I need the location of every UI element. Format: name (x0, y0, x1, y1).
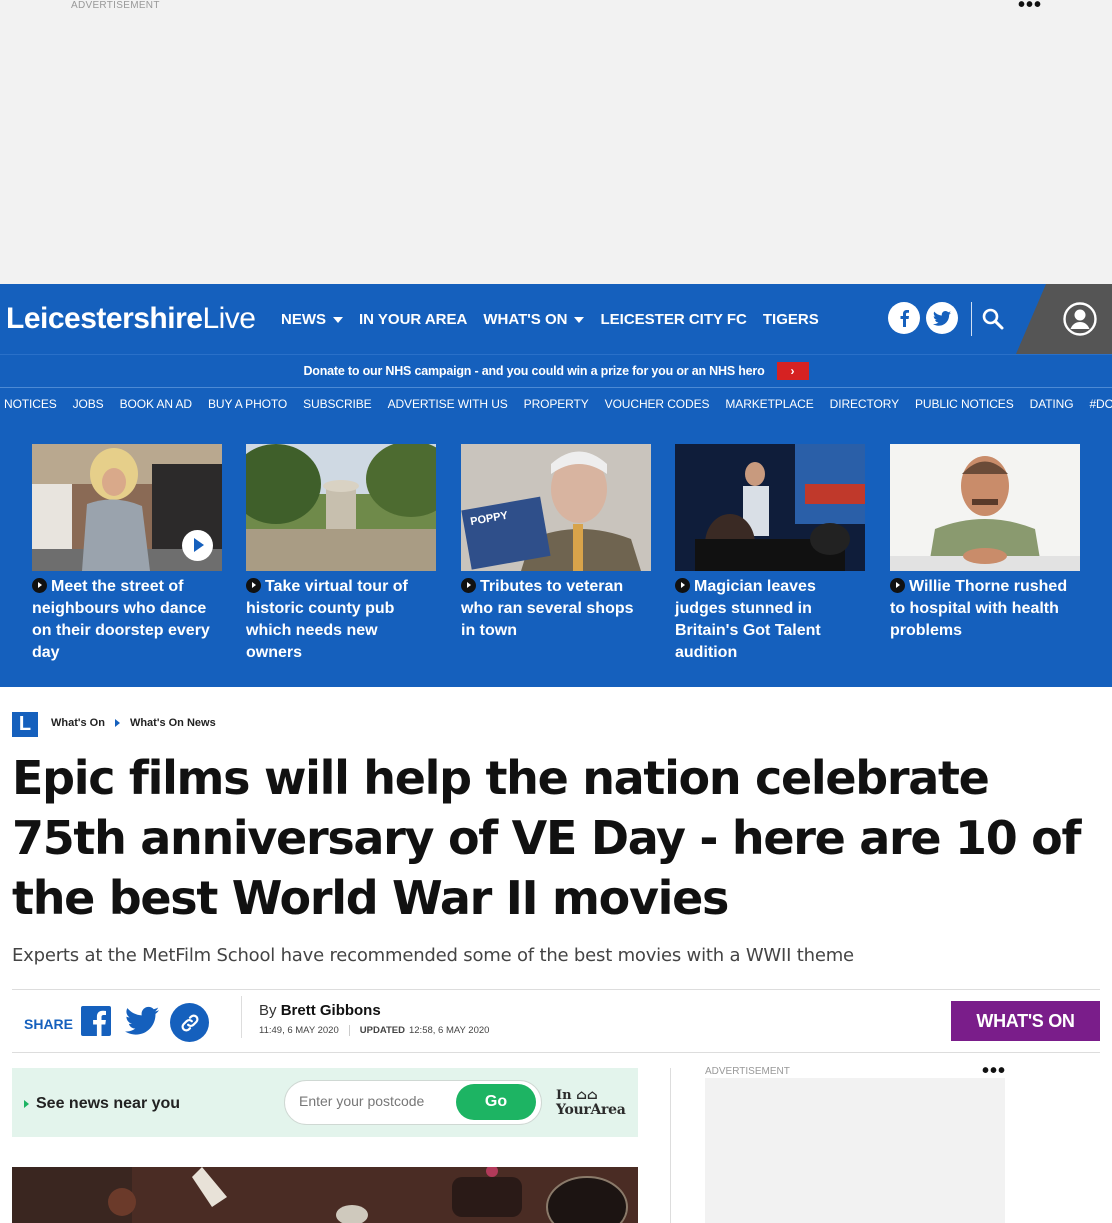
section-badge[interactable]: WHAT'S ON (951, 1001, 1100, 1041)
trending-strip: Meet the street of neighbours who dance … (0, 419, 1112, 687)
subnav-do1thing[interactable]: #DO1THING (1089, 397, 1112, 411)
twitter-icon[interactable] (926, 302, 958, 334)
chevron-right-icon (675, 578, 690, 593)
trending-card[interactable]: Willie Thorne rushed to hospital with he… (890, 444, 1080, 642)
subnav-book-an-ad[interactable]: BOOK AN AD (120, 397, 192, 411)
subnav-property[interactable]: PROPERTY (524, 397, 589, 411)
search-icon[interactable] (981, 307, 1005, 336)
ad-options-icon[interactable]: ••• (1018, 0, 1042, 17)
subnav-directory[interactable]: DIRECTORY (830, 397, 899, 411)
play-icon[interactable] (182, 530, 213, 561)
subnav-advertise[interactable]: ADVERTISE WITH US (388, 397, 508, 411)
chevron-right-icon (24, 1100, 29, 1108)
byline: By Brett Gibbons (259, 1002, 381, 1019)
card-thumbnail[interactable] (675, 444, 865, 571)
subnav-public-notices[interactable]: PUBLIC NOTICES (915, 397, 1014, 411)
ad-label: ADVERTISEMENT (705, 1066, 790, 1077)
nav-in-your-area[interactable]: IN YOUR AREA (359, 311, 467, 328)
chevron-down-icon (574, 316, 585, 323)
card-title[interactable]: Magician leaves judges stunned in Britai… (675, 578, 821, 661)
trending-card[interactable]: POPPY Tributes to veteran who ran severa… (461, 444, 651, 642)
subnav-voucher-codes[interactable]: VOUCHER CODES (605, 397, 710, 411)
subnav-jobs[interactable]: JOBS (73, 397, 104, 411)
article-headline: Epic films will help the nation celebrat… (12, 751, 1081, 925)
breadcrumb: What's On What's On News (51, 717, 216, 729)
author-link[interactable]: Brett Gibbons (281, 1002, 381, 1019)
article-standfirst: Experts at the MetFilm School have recom… (12, 945, 854, 966)
card-thumbnail[interactable] (246, 444, 436, 571)
account-icon[interactable] (1062, 301, 1098, 342)
article-timestamps: 11:49, 6 MAY 2020 UPDATED 12:58, 6 MAY 2… (259, 1025, 489, 1036)
card-thumbnail[interactable] (890, 444, 1080, 571)
facebook-share-icon[interactable] (81, 1006, 111, 1041)
go-button[interactable]: Go (456, 1084, 536, 1120)
brand-badge[interactable]: L (12, 712, 38, 737)
in-your-area-logo[interactable]: In ⌂⌂ YourArea (556, 1088, 626, 1118)
main-nav: NEWS IN YOUR AREA WHAT'S ON LEICESTER CI… (281, 311, 835, 328)
in-your-area-widget: See news near you Go In ⌂⌂ YourArea (12, 1068, 638, 1137)
site-logo[interactable]: LeicestershireLive (6, 302, 256, 336)
subnav-dating[interactable]: DATING (1030, 397, 1074, 411)
see-news-near-you: See news near you (24, 1095, 180, 1113)
sidebar-divider (670, 1068, 671, 1223)
chevron-right-icon (890, 578, 905, 593)
promo-text[interactable]: Donate to our NHS campaign - and you cou… (303, 364, 764, 378)
card-title[interactable]: Meet the street of neighbours who dance … (32, 578, 210, 661)
article-lead-image[interactable] (12, 1167, 638, 1223)
chevron-right-icon (114, 719, 120, 727)
subnav-notices[interactable]: NOTICES (4, 397, 57, 411)
card-thumbnail[interactable] (32, 444, 222, 571)
postcode-input[interactable] (299, 1093, 449, 1109)
nav-leicester-city-fc[interactable]: LEICESTER CITY FC (600, 311, 746, 328)
subnav-buy-a-photo[interactable]: BUY A PHOTO (208, 397, 287, 411)
updated-label: UPDATED (359, 1025, 405, 1036)
nav-divider (971, 302, 972, 336)
published-time: 11:49, 6 MAY 2020 (259, 1025, 339, 1036)
secondary-nav: NOTICES JOBS BOOK AN AD BUY A PHOTO SUBS… (0, 387, 1112, 419)
divider (12, 989, 1100, 990)
trending-card[interactable]: Magician leaves judges stunned in Britai… (675, 444, 865, 664)
twitter-share-icon[interactable] (125, 1006, 159, 1041)
nav-whats-on[interactable]: WHAT'S ON (483, 311, 585, 328)
top-advertisement: ADVERTISEMENT ••• (0, 0, 1112, 284)
card-title[interactable]: Take virtual tour of historic county pub… (246, 578, 408, 661)
breadcrumb-whats-on-news[interactable]: What's On News (130, 717, 216, 729)
breadcrumb-whats-on[interactable]: What's On (51, 717, 105, 729)
chevron-down-icon (333, 316, 343, 323)
subnav-subscribe[interactable]: SUBSCRIBE (303, 397, 372, 411)
ad-label: ADVERTISEMENT (71, 0, 160, 11)
card-title[interactable]: Tributes to veteran who ran several shop… (461, 578, 634, 639)
subnav-marketplace[interactable]: MARKETPLACE (725, 397, 813, 411)
trending-card[interactable]: Take virtual tour of historic county pub… (246, 444, 436, 664)
house-icon: ⌂⌂ (576, 1088, 598, 1103)
card-title[interactable]: Willie Thorne rushed to hospital with he… (890, 578, 1067, 639)
byline-divider (241, 996, 242, 1038)
promo-banner[interactable]: Donate to our NHS campaign - and you cou… (0, 354, 1112, 387)
trending-card[interactable]: Meet the street of neighbours who dance … (32, 444, 222, 664)
divider (12, 1052, 1100, 1053)
promo-arrow-button[interactable]: › (776, 362, 809, 380)
copy-link-icon[interactable] (170, 1003, 209, 1042)
facebook-icon[interactable] (888, 302, 920, 334)
nav-news[interactable]: NEWS (281, 311, 343, 328)
chevron-right-icon (32, 578, 47, 593)
updated-time: 12:58, 6 MAY 2020 (408, 1025, 490, 1036)
masthead: LeicestershireLive NEWS IN YOUR AREA WHA… (0, 284, 1112, 354)
chevron-right-icon (461, 578, 476, 593)
nav-tigers[interactable]: TIGERS (763, 311, 819, 328)
chevron-right-icon (246, 578, 261, 593)
sidebar-advertisement (705, 1078, 1005, 1223)
card-thumbnail[interactable]: POPPY (461, 444, 651, 571)
share-label: SHARE (24, 1016, 74, 1032)
